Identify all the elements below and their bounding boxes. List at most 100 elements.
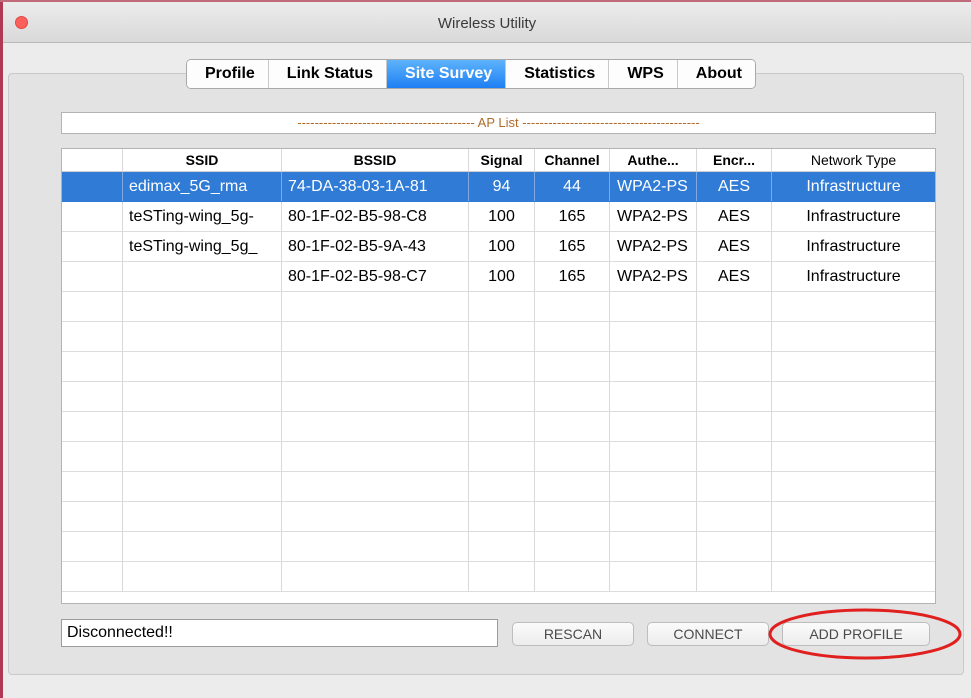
ssid-cell <box>123 472 282 501</box>
connect-button[interactable]: CONNECT <box>647 622 769 646</box>
signal-cell <box>469 412 535 441</box>
column-header-network-type[interactable]: Network Type <box>772 149 935 171</box>
auth-cell <box>610 502 697 531</box>
column-header-ssid[interactable]: SSID <box>123 149 282 171</box>
tab-statistics[interactable]: Statistics <box>506 60 610 88</box>
auth-cell <box>610 382 697 411</box>
auth-cell <box>610 352 697 381</box>
tab-bar: Profile Link Status Site Survey Statisti… <box>186 59 756 89</box>
column-header-blank[interactable] <box>62 149 123 171</box>
row-marker <box>62 502 123 531</box>
ssid-cell <box>123 532 282 561</box>
empty-table-row[interactable] <box>62 292 935 322</box>
signal-cell <box>469 472 535 501</box>
ssid-cell <box>123 262 282 291</box>
encryption-cell <box>697 442 772 471</box>
signal-cell <box>469 352 535 381</box>
column-header-bssid[interactable]: BSSID <box>282 149 469 171</box>
ssid-cell: edimax_5G_rma <box>123 172 282 201</box>
channel-cell <box>535 292 610 321</box>
empty-table-row[interactable] <box>62 442 935 472</box>
ap-list-table[interactable]: SSID BSSID Signal Channel Authe... Encr.… <box>61 148 936 604</box>
auth-cell <box>610 442 697 471</box>
signal-cell <box>469 532 535 561</box>
auth-cell: WPA2-PS <box>610 262 697 291</box>
column-header-signal[interactable]: Signal <box>469 149 535 171</box>
channel-cell: 165 <box>535 202 610 231</box>
row-marker <box>62 322 123 351</box>
tab-wps[interactable]: WPS <box>609 60 678 88</box>
empty-table-row[interactable] <box>62 562 935 592</box>
ssid-cell <box>123 352 282 381</box>
auth-cell <box>610 472 697 501</box>
network-type-cell <box>772 562 935 591</box>
row-marker <box>62 412 123 441</box>
empty-table-row[interactable] <box>62 382 935 412</box>
ssid-cell <box>123 442 282 471</box>
table-row[interactable]: teSTing-wing_5g- 80-1F-02-B5-98-C8 100 165 W… <box>62 202 935 232</box>
row-marker <box>62 292 123 321</box>
ssid-cell: teSTing-wing_5g_ <box>123 232 282 261</box>
channel-cell <box>535 322 610 351</box>
signal-cell <box>469 322 535 351</box>
bssid-cell <box>282 382 469 411</box>
add-profile-button[interactable]: ADD PROFILE <box>782 622 930 646</box>
column-header-authentication[interactable]: Authe... <box>610 149 697 171</box>
signal-cell <box>469 382 535 411</box>
ssid-cell <box>123 382 282 411</box>
ssid-cell <box>123 412 282 441</box>
encryption-cell: AES <box>697 172 772 201</box>
channel-cell <box>535 442 610 471</box>
empty-table-row[interactable] <box>62 412 935 442</box>
empty-table-row[interactable] <box>62 532 935 562</box>
auth-cell <box>610 532 697 561</box>
table-row[interactable]: teSTing-wing_5g_ 80-1F-02-B5-9A-43 100 165 W… <box>62 232 935 262</box>
network-type-cell: Infrastructure <box>806 178 901 195</box>
tab-profile[interactable]: Profile <box>187 60 269 88</box>
ssid-cell <box>123 322 282 351</box>
tab-link-status[interactable]: Link Status <box>268 60 388 88</box>
network-type-cell <box>772 382 935 411</box>
row-marker <box>62 172 123 201</box>
table-row[interactable]: edimax_5G_rma 74-DA-38-03-1A-81 94 44 WPA2-P… <box>62 172 935 202</box>
encryption-cell <box>697 532 772 561</box>
network-type-cell <box>772 532 935 561</box>
network-type-cell <box>772 412 935 441</box>
empty-table-row[interactable] <box>62 352 935 382</box>
signal-cell <box>469 442 535 471</box>
encryption-cell: AES <box>697 202 772 231</box>
auth-cell: WPA2-PS <box>610 172 697 201</box>
signal-cell: 100 <box>469 232 535 261</box>
bssid-cell <box>282 292 469 321</box>
channel-cell <box>535 472 610 501</box>
title-bar: Wireless Utility <box>3 2 971 43</box>
network-type-cell: Infrastructure <box>806 208 901 225</box>
channel-cell <box>535 532 610 561</box>
network-type-cell <box>772 352 935 381</box>
column-header-channel[interactable]: Channel <box>535 149 610 171</box>
network-type-cell <box>772 322 935 351</box>
empty-table-row[interactable] <box>62 322 935 352</box>
signal-cell <box>469 292 535 321</box>
auth-cell: WPA2-PS <box>610 232 697 261</box>
rescan-button[interactable]: RESCAN <box>512 622 634 646</box>
channel-cell <box>535 502 610 531</box>
encryption-cell <box>697 382 772 411</box>
auth-cell <box>610 322 697 351</box>
tab-about[interactable]: About <box>677 60 755 88</box>
bssid-cell <box>282 352 469 381</box>
table-row[interactable]: 80-1F-02-B5-98-C7 100 165 WPA2-PS AES Infrast… <box>62 262 935 292</box>
ssid-cell <box>123 502 282 531</box>
row-marker <box>62 202 123 231</box>
empty-table-row[interactable] <box>62 472 935 502</box>
network-type-cell <box>772 292 935 321</box>
tab-site-survey[interactable]: Site Survey <box>387 60 507 88</box>
empty-table-row[interactable] <box>62 502 935 532</box>
row-marker <box>62 472 123 501</box>
signal-cell: 94 <box>469 172 535 201</box>
column-header-encryption[interactable]: Encr... <box>697 149 772 171</box>
auth-cell <box>610 412 697 441</box>
row-marker <box>62 442 123 471</box>
table-header: SSID BSSID Signal Channel Authe... Encr.… <box>62 149 935 172</box>
bssid-cell <box>282 472 469 501</box>
